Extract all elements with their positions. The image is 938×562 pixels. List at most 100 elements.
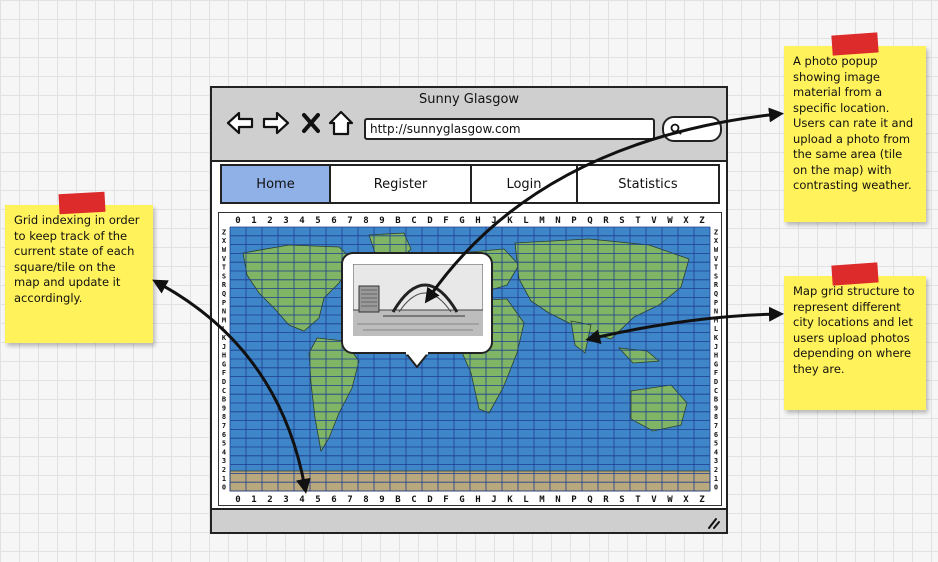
- photo-popup[interactable]: [341, 252, 493, 368]
- row-index-label: 9: [222, 404, 226, 412]
- column-index-label: J: [491, 495, 496, 505]
- column-index-label: 8: [363, 216, 368, 226]
- row-index-label: N: [222, 308, 226, 316]
- nav-menu: Home Register Login Statistics: [220, 164, 720, 204]
- row-index-left: ZXWVTSRQPNMLKJHGFDCB9876543210: [222, 228, 227, 491]
- forward-arrow-icon[interactable]: [262, 110, 290, 136]
- row-index-label: Z: [222, 228, 226, 236]
- column-index-label: G: [459, 495, 464, 505]
- row-index-label: R: [222, 281, 227, 289]
- search-field[interactable]: [662, 116, 722, 142]
- column-index-label: 3: [283, 495, 288, 505]
- tab-register[interactable]: Register: [331, 166, 472, 202]
- column-index-label: G: [459, 216, 464, 226]
- column-index-label: X: [683, 495, 689, 505]
- row-index-label: 2: [714, 466, 718, 474]
- column-index-label: W: [667, 495, 673, 505]
- row-index-label: 0: [714, 484, 718, 492]
- row-index-label: L: [714, 325, 718, 333]
- row-index-label: K: [222, 334, 227, 342]
- row-index-label: H: [222, 352, 226, 360]
- column-index-label: 6: [331, 495, 336, 505]
- column-index-label: L: [523, 495, 529, 505]
- column-index-label: 0: [235, 495, 240, 505]
- row-index-label: 5: [222, 440, 226, 448]
- row-index-label: 9: [714, 404, 718, 412]
- column-index-label: 9: [379, 216, 384, 226]
- row-index-label: S: [714, 272, 718, 280]
- column-index-label: M: [539, 216, 545, 226]
- note-text: A photo popup showing image material fro…: [793, 54, 914, 192]
- column-index-label: 4: [299, 216, 305, 226]
- column-index-label: 1: [251, 216, 256, 226]
- column-index-label: K: [507, 495, 513, 505]
- column-index-bottom: 0 1 2 3 45 6 7 8 9 BC DF G H J KLMN PQRS TVWXZ: [235, 495, 705, 505]
- popup-pointer: [405, 352, 429, 368]
- column-index-label: P: [571, 216, 577, 226]
- row-index-label: H: [714, 352, 718, 360]
- column-index-label: S: [619, 495, 624, 505]
- back-arrow-icon[interactable]: [226, 110, 254, 136]
- row-index-label: Q: [714, 290, 718, 298]
- row-index-label: M: [222, 316, 226, 324]
- row-index-label: V: [714, 255, 719, 263]
- column-index-label: T: [635, 216, 641, 226]
- row-index-label: 2: [222, 466, 226, 474]
- column-index-label: 5: [315, 216, 320, 226]
- row-index-right: ZXWVTSRQPNMLKJHGFDCB9876543210: [714, 228, 719, 491]
- sticky-note-photo-popup: A photo popup showing image material fro…: [784, 32, 926, 222]
- row-index-label: P: [714, 299, 718, 307]
- note-text: Grid indexing in order to keep track of …: [14, 213, 140, 305]
- column-index-label: B: [395, 495, 401, 505]
- column-index-label: J: [491, 216, 496, 226]
- tab-login[interactable]: Login: [472, 166, 578, 202]
- column-index-label: Q: [587, 216, 593, 226]
- row-index-label: X: [222, 237, 227, 245]
- sticky-note-grid-indexing: Grid indexing in order to keep track of …: [5, 191, 153, 343]
- url-field[interactable]: http://sunnyglasgow.com: [364, 118, 655, 140]
- row-index-label: G: [714, 360, 718, 368]
- tab-statistics[interactable]: Statistics: [578, 166, 718, 202]
- photo-thumbnail[interactable]: [353, 264, 483, 336]
- row-index-label: 7: [714, 422, 718, 430]
- row-index-label: 6: [222, 431, 226, 439]
- row-index-label: V: [222, 255, 227, 263]
- column-index-label: F: [443, 495, 448, 505]
- status-bar: [212, 508, 726, 532]
- column-index-label: B: [395, 216, 401, 226]
- tape: [58, 191, 106, 215]
- column-index-label: P: [571, 495, 577, 505]
- search-icon[interactable]: [670, 123, 682, 135]
- row-index-label: T: [714, 264, 718, 272]
- column-index-label: 1: [251, 495, 256, 505]
- column-index-label: 2: [267, 495, 272, 505]
- stop-x-icon[interactable]: [300, 110, 322, 136]
- tape: [831, 262, 879, 286]
- column-index-label: 0: [235, 216, 240, 226]
- row-index-label: M: [714, 316, 718, 324]
- column-index-label: 4: [299, 495, 305, 505]
- home-icon[interactable]: [328, 110, 354, 136]
- column-index-label: R: [603, 216, 609, 226]
- row-index-label: P: [222, 299, 226, 307]
- column-index-label: 7: [347, 495, 352, 505]
- column-index-label: N: [555, 216, 560, 226]
- row-index-label: J: [714, 343, 718, 351]
- resize-grip-icon[interactable]: [706, 515, 720, 529]
- row-index-label: C: [222, 387, 226, 395]
- row-index-label: J: [222, 343, 226, 351]
- row-index-label: K: [714, 334, 719, 342]
- column-index-label: 8: [363, 495, 368, 505]
- row-index-label: G: [222, 360, 226, 368]
- column-index-label: F: [443, 216, 448, 226]
- column-index-label: 2: [267, 216, 272, 226]
- tab-home[interactable]: Home: [222, 166, 331, 202]
- column-index-label: 6: [331, 216, 336, 226]
- column-index-label: T: [635, 495, 641, 505]
- row-index-label: 4: [222, 448, 226, 456]
- row-index-label: W: [714, 246, 719, 254]
- row-index-label: F: [714, 369, 718, 377]
- row-index-label: Q: [222, 290, 226, 298]
- column-index-top: 0 1 2 3 45 6 7 8 9 BC DF G H J KLMN PQRS TVWXZ: [235, 216, 705, 226]
- column-index-label: H: [475, 216, 480, 226]
